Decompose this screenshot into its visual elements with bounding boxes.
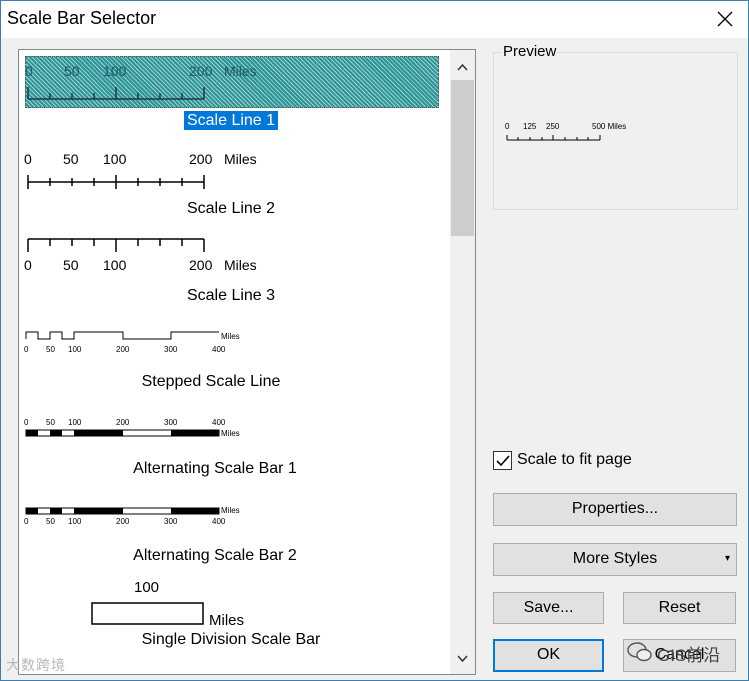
scale-unit-label: Miles [224,257,257,273]
scale-tick-label: 0 [24,517,29,526]
scale-unit-label: Miles [221,429,240,438]
reset-button-label: Reset [658,599,701,616]
scale-tick-label: 50 [46,345,55,354]
list-item-alternating-scale-bar-1[interactable]: 0 50 100 200 300 400 Miles Alternating S… [19,399,450,486]
scale-tick-label: 100 [103,151,127,167]
close-button[interactable] [702,1,748,38]
scale-to-fit-checkbox[interactable] [493,451,512,470]
watermark-text: GIS前沿 [657,646,721,665]
properties-button-label: Properties... [571,500,659,517]
window-title: Scale Bar Selector [7,8,157,28]
scale-unit-label: Miles [224,63,257,79]
item-label: Stepped Scale Line [141,373,281,390]
scale-tick-label: 200 [189,151,213,167]
ok-button-label: OK [536,646,561,663]
close-icon [717,11,733,27]
list-item-single-division-scale-bar[interactable]: 100 Miles Single Division Scale Bar [19,573,450,674]
scale-tick-label: 100 [103,63,127,79]
checkmark-icon [496,455,510,467]
title-bar: Scale Bar Selector [1,1,748,38]
scale-to-fit-label: Scale to fit page [517,451,632,468]
item-label: Scale Line 3 [186,287,276,304]
scale-tick-label: 200 [116,418,130,427]
scale-tick-label: 0 [24,151,32,167]
item-label: Scale Line 1 [183,111,279,130]
properties-button[interactable]: Properties... [493,493,737,526]
scale-tick-label: 200 [116,517,130,526]
scale-tick-label: 0 [25,63,33,79]
alternating-scale-bar-1-graphic: 0 50 100 200 300 400 Miles [24,418,240,438]
preview-title: Preview [502,43,558,60]
scale-tick-label: 300 [164,418,178,427]
right-watermark: GIS前沿 [627,637,735,669]
item-label: Scale Line 2 [186,200,276,217]
scale-tick-label: 200 [116,345,130,354]
scale-tick-label: 50 [64,63,80,79]
item-label: Alternating Scale Bar 2 [133,547,297,564]
list-item-stepped-scale-line[interactable]: Miles 0 50 100 200 300 400 Stepped Scale… [19,312,450,399]
scale-unit-label: Miles [224,151,257,167]
more-styles-button-label: More Styles [572,550,658,567]
save-button[interactable]: Save... [493,592,604,624]
item-label: Alternating Scale Bar 1 [133,460,297,477]
scale-tick-label: 50 [46,517,55,526]
list-item-alternating-scale-bar-2[interactable]: Miles 0 50 100 200 300 400 Alternating S… [19,486,450,573]
chevron-up-icon [457,63,468,71]
scale-tick-label: 0 [24,345,29,354]
scale-tick-label: 50 [63,151,79,167]
scale-tick-label: 50 [46,418,55,427]
scale-tick-label: 400 [212,345,226,354]
scale-line-3-graphic: 0 50 100 200 Miles [24,238,257,273]
scale-tick-label: 200 [189,63,213,79]
scale-tick-label: 100 [103,257,127,273]
scale-line-1-graphic: 0 50 100 200 Miles [25,63,257,100]
scale-tick-label: 100 [68,517,82,526]
scale-tick-label: 400 [212,418,226,427]
preview-group: 0 125 250 500 Miles Preview [493,43,738,210]
scale-unit-label: Miles [221,506,240,515]
preview-box: 0 125 250 500 Miles [493,52,738,210]
scroll-down-button[interactable] [450,648,475,670]
save-button-label: Save... [523,599,574,616]
preview-tick-label: 500 Miles [592,122,626,131]
scale-tick-label: 50 [63,257,79,273]
scale-tick-label: 300 [164,345,178,354]
ok-button[interactable]: OK [493,639,604,672]
scale-tick-label: 400 [212,517,226,526]
chevron-down-icon [457,655,468,663]
watermark-text: 大数跨境 [6,657,66,673]
wechat-icon [627,642,652,662]
scale-bar-selector-dialog: Scale Bar Selector 0 50 100 200 Miles Sc… [0,0,749,681]
stepped-scale-line-graphic: Miles 0 50 100 200 300 400 [24,331,240,354]
scale-tick-label: 0 [24,418,29,427]
single-division-scale-bar-graphic: 100 Miles [91,579,244,629]
scale-tick-label: 100 [68,418,82,427]
scale-tick-label: 300 [164,517,178,526]
scale-line-2-graphic: 0 50 100 200 Miles [24,151,257,189]
preview-tick-label: 250 [546,122,560,131]
scale-tick-label: 100 [134,579,159,596]
preview-tick-label: 0 [505,122,510,131]
preview-tick-label: 125 [523,122,537,131]
preview-scale-bar: 0 125 250 500 Miles [505,122,626,141]
reset-button[interactable]: Reset [623,592,736,624]
left-watermark: 大数跨境 [6,655,66,675]
scale-unit-label: Miles [209,612,244,629]
list-item-scale-line-3[interactable]: 0 50 100 200 Miles Scale Line 3 [19,225,450,312]
scroll-up-button[interactable] [450,56,475,78]
item-label: Single Division Scale Bar [141,631,321,648]
scale-unit-label: Miles [221,332,240,341]
list-item-scale-line-1[interactable]: 0 50 100 200 Miles Scale Line 1 [19,50,450,138]
scale-tick-label: 100 [68,345,82,354]
scroll-thumb[interactable] [451,80,474,236]
alternating-scale-bar-2-graphic: Miles 0 50 100 200 300 400 [24,506,240,526]
scale-tick-label: 200 [189,257,213,273]
list-scrollbar[interactable] [450,50,475,674]
list-item-scale-line-2[interactable]: 0 50 100 200 Miles Scale Line 2 [19,138,450,225]
scale-tick-label: 0 [24,257,32,273]
scale-bar-list[interactable]: 0 50 100 200 Miles Scale Line 1 0 50 100… [18,49,476,675]
more-styles-button[interactable]: More Styles ▾ [493,543,737,576]
dropdown-arrow-icon: ▾ [724,553,730,564]
